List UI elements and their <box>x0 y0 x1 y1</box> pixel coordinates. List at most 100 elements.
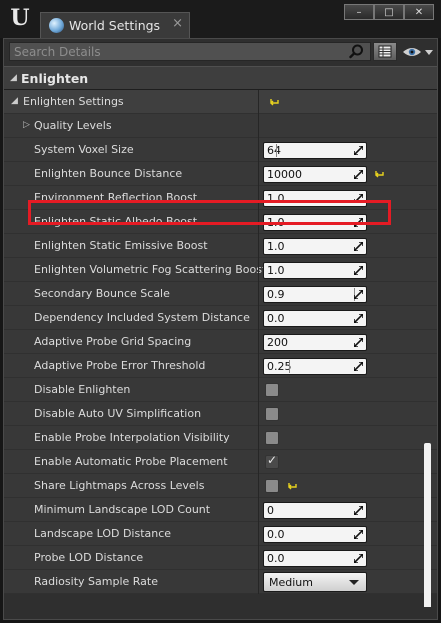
collapse-arrow-icon[interactable]: ▷ <box>23 120 30 130</box>
checkbox-enable-probe-interpolation-visibility[interactable] <box>265 431 279 445</box>
minimize-button[interactable]: – <box>344 4 374 20</box>
property-label: Enlighten Volumetric Fog Scattering Boos… <box>34 263 267 276</box>
column-splitter[interactable] <box>258 282 259 306</box>
column-splitter[interactable] <box>258 306 259 330</box>
numeric-input-enlighten-static-emissive-boost[interactable]: 1.0 <box>263 238 367 255</box>
property-label: Enable Automatic Probe Placement <box>34 455 228 468</box>
column-splitter[interactable] <box>258 522 259 546</box>
property-label: Radiosity Sample Rate <box>34 575 158 588</box>
subcategory-quality-levels[interactable]: ▷ Quality Levels <box>4 114 437 138</box>
property-row-enable-automatic-probe-placement: Enable Automatic Probe Placement ✓ <box>4 450 437 474</box>
tab-close-icon[interactable]: × <box>172 16 183 31</box>
property-matrix-button[interactable] <box>373 42 397 61</box>
column-splitter[interactable] <box>258 354 259 378</box>
expand-arrow-icon[interactable]: ◢ <box>10 73 17 83</box>
property-label: Minimum Landscape LOD Count <box>34 503 211 516</box>
checkbox-share-lightmaps-across-levels[interactable] <box>265 479 279 493</box>
reset-to-default-icon[interactable] <box>270 98 280 107</box>
column-splitter[interactable] <box>258 402 259 426</box>
numeric-input-minimum-landscape-lod-count[interactable]: 0 <box>263 502 367 519</box>
numeric-input-adaptive-probe-error-threshold[interactable]: 0.25 <box>263 358 367 375</box>
column-splitter[interactable] <box>258 330 259 354</box>
property-row-probe-lod-distance: Probe LOD Distance 0.0 <box>4 546 437 570</box>
reset-to-default-icon[interactable] <box>375 170 385 179</box>
drag-handle-icon[interactable] <box>354 506 363 515</box>
numeric-input-secondary-bounce-scale[interactable]: 0.9 <box>263 286 367 303</box>
title-bar: U World Settings × – □ ✕ <box>0 0 441 38</box>
scrollbar[interactable] <box>424 443 431 619</box>
property-label: Share Lightmaps Across Levels <box>34 479 205 492</box>
drag-handle-icon[interactable] <box>354 242 363 251</box>
category-enlighten-settings[interactable]: ◢ Enlighten Settings <box>4 90 437 114</box>
drag-handle-icon[interactable] <box>354 170 363 179</box>
tab-world-settings[interactable]: World Settings × <box>40 12 190 38</box>
slider-marker[interactable] <box>276 144 277 157</box>
checkbox-disable-auto-uv-simplification[interactable] <box>265 407 279 421</box>
maximize-button[interactable]: □ <box>374 4 404 20</box>
column-splitter[interactable] <box>258 546 259 570</box>
property-label: Probe LOD Distance <box>34 551 144 564</box>
details-panel: ◢ Enlighten ◢ Enlighten Settings ▷ Quali… <box>3 38 438 620</box>
column-splitter[interactable] <box>258 570 259 594</box>
property-row-enlighten-static-emissive-boost: Enlighten Static Emissive Boost 1.0 <box>4 234 437 258</box>
search-icon[interactable] <box>349 44 364 59</box>
numeric-input-enlighten-bounce-distance[interactable]: 10000 <box>263 166 367 183</box>
drag-handle-icon[interactable] <box>354 554 363 563</box>
column-splitter[interactable] <box>258 450 259 474</box>
search-row <box>4 39 437 65</box>
property-row-dependency-included-system-distance: Dependency Included System Distance 0.0 <box>4 306 437 330</box>
property-row-enlighten-volumetric-fog-scattering-boost: Enlighten Volumetric Fog Scattering Boos… <box>4 258 437 282</box>
dropdown-caret-icon <box>349 580 359 585</box>
property-label: Disable Auto UV Simplification <box>34 407 202 420</box>
drag-handle-icon[interactable] <box>354 530 363 539</box>
property-label: Enable Probe Interpolation Visibility <box>34 431 230 444</box>
numeric-input-adaptive-probe-grid-spacing[interactable]: 200 <box>263 334 367 351</box>
numeric-input-probe-lod-distance[interactable]: 0.0 <box>263 550 367 567</box>
column-splitter[interactable] <box>258 258 259 282</box>
column-splitter[interactable] <box>258 162 259 186</box>
slider-marker[interactable] <box>289 360 290 373</box>
column-splitter[interactable] <box>258 378 259 402</box>
column-splitter[interactable] <box>258 90 259 114</box>
column-splitter[interactable] <box>258 474 259 498</box>
numeric-value: 1.0 <box>267 240 285 253</box>
drag-handle-icon[interactable] <box>354 338 363 347</box>
numeric-value: 200 <box>267 336 288 349</box>
search-input[interactable] <box>14 43 344 60</box>
subcategory-label: Quality Levels <box>34 119 112 132</box>
drag-handle-icon[interactable] <box>354 146 363 155</box>
dropdown-radiosity-sample-rate[interactable]: Medium <box>263 572 367 592</box>
column-splitter[interactable] <box>258 138 259 162</box>
column-splitter[interactable] <box>258 426 259 450</box>
numeric-value: 1.0 <box>267 264 285 277</box>
drag-handle-icon[interactable] <box>354 266 363 275</box>
checkbox-enable-automatic-probe-placement[interactable]: ✓ <box>265 453 279 469</box>
numeric-input-landscape-lod-distance[interactable]: 0.0 <box>263 526 367 543</box>
property-row-share-lightmaps-across-levels: Share Lightmaps Across Levels <box>4 474 437 498</box>
numeric-value: 0.0 <box>267 312 285 325</box>
window-buttons: – □ ✕ <box>344 4 434 20</box>
numeric-input-system-voxel-size[interactable]: 64 <box>263 142 367 159</box>
numeric-input-dependency-included-system-distance[interactable]: 0.0 <box>263 310 367 327</box>
drag-handle-icon[interactable] <box>354 290 363 299</box>
property-row-minimum-landscape-lod-count: Minimum Landscape LOD Count 0 <box>4 498 437 522</box>
reset-to-default-icon[interactable] <box>288 482 298 491</box>
numeric-value: 0.25 <box>267 360 292 373</box>
column-splitter[interactable] <box>258 114 259 138</box>
view-options-eye-icon[interactable] <box>402 44 434 60</box>
column-splitter[interactable] <box>258 234 259 258</box>
drag-handle-icon[interactable] <box>354 314 363 323</box>
drag-handle-icon[interactable] <box>354 362 363 371</box>
panel-footer <box>4 607 437 619</box>
search-box[interactable] <box>9 42 371 61</box>
numeric-input-enlighten-volumetric-fog-scattering-boost[interactable]: 1.0 <box>263 262 367 279</box>
property-list: ◢ Enlighten Settings ▷ Quality Levels Sy… <box>4 90 437 619</box>
checkbox-disable-enlighten[interactable] <box>265 383 279 397</box>
numeric-value: 0.0 <box>267 528 285 541</box>
close-button[interactable]: ✕ <box>404 4 434 20</box>
column-splitter[interactable] <box>258 498 259 522</box>
property-row-secondary-bounce-scale: Secondary Bounce Scale 0.9 <box>4 282 437 306</box>
section-header-enlighten[interactable]: ◢ Enlighten <box>4 66 437 90</box>
property-row-enable-probe-interpolation-visibility: Enable Probe Interpolation Visibility <box>4 426 437 450</box>
expand-arrow-icon[interactable]: ◢ <box>11 96 18 106</box>
